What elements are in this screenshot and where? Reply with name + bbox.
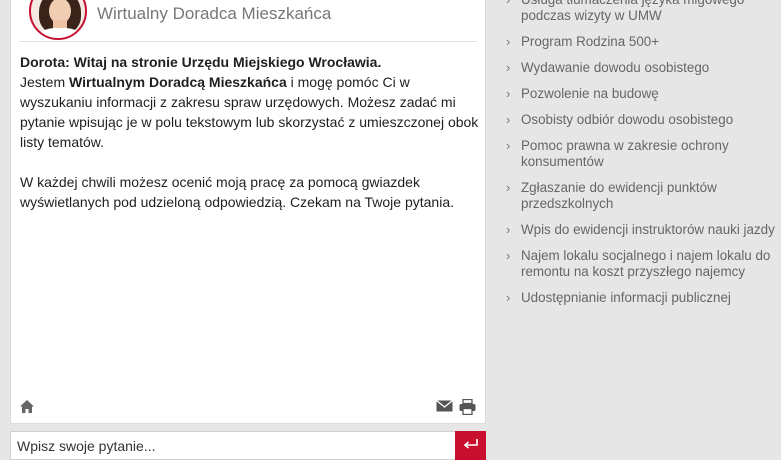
topic-label: Wydawanie dowodu osobistego <box>521 60 710 75</box>
topic-link[interactable]: › Wydawanie dowodu osobistego <box>506 60 776 76</box>
intro-before: Jestem <box>20 74 70 90</box>
welcome-message: Dorota: Witaj na stronie Urzędu Miejskie… <box>20 52 480 232</box>
topic-link[interactable]: › Zgłaszanie do ewidencji punktów przedsz… <box>506 180 776 212</box>
chevron-right-icon: › <box>506 34 511 49</box>
topic-label: Zgłaszanie do ewidencji punktów przedszk… <box>521 180 717 211</box>
topic-link[interactable]: › Usługa tłumaczenia języka migowego podc… <box>506 0 776 24</box>
topic-link[interactable]: › Osobisty odbiór dowodu osobistego <box>506 112 776 128</box>
topic-link[interactable]: › Pomoc prawna w zakresie ochrony konsume… <box>506 138 776 170</box>
print-icon[interactable] <box>459 398 477 416</box>
assistant-name: Wirtualnym Doradcą Mieszkańca <box>69 74 287 90</box>
topic-link[interactable]: › Wpis do ewidencji instruktorów nauki ja… <box>506 222 776 238</box>
chevron-right-icon: › <box>506 112 511 127</box>
chevron-right-icon: › <box>506 60 511 75</box>
chevron-right-icon: › <box>506 290 511 305</box>
topic-link[interactable]: › Udostępnianie informacji publicznej <box>506 290 776 306</box>
chevron-right-icon: › <box>506 248 511 263</box>
avatar <box>29 0 87 40</box>
question-form <box>10 431 486 460</box>
topic-label: Pomoc prawna w zakresie ochrony konsumen… <box>521 138 729 169</box>
topic-link[interactable]: › Najem lokalu socjalnego i najem lokalu … <box>506 248 776 280</box>
topic-label: Program Rodzina 500+ <box>521 34 660 49</box>
chevron-right-icon: › <box>506 180 511 195</box>
topic-link[interactable]: › Pozwolenie na budowę <box>506 86 776 102</box>
topic-label: Usługa tłumaczenia języka migowego podcz… <box>521 0 744 23</box>
chevron-right-icon: › <box>506 222 511 237</box>
topic-label: Pozwolenie na budowę <box>521 86 659 101</box>
topic-label: Najem lokalu socjalnego i najem lokalu d… <box>521 248 771 279</box>
chat-title: Wirtualny Doradca Mieszkańca <box>97 4 332 23</box>
topic-label: Udostępnianie informacji publicznej <box>521 290 731 305</box>
chat-header: Wirtualny Doradca Mieszkańca <box>19 0 477 42</box>
home-icon[interactable] <box>19 399 37 415</box>
rating-info: W każdej chwili możesz ocenić moją pracę… <box>20 174 454 210</box>
chevron-right-icon: › <box>506 138 511 153</box>
question-input[interactable] <box>10 431 456 460</box>
return-arrow-icon <box>463 438 479 453</box>
topic-link[interactable]: › Program Rodzina 500+ <box>506 34 776 50</box>
topic-label: Wpis do ewidencji instruktorów nauki jaz… <box>521 222 775 237</box>
mail-icon[interactable] <box>436 399 454 415</box>
topic-list: › Usługa tłumaczenia języka migowego podc… <box>506 0 776 316</box>
topic-label: Osobisty odbiór dowodu osobistego <box>521 112 734 127</box>
chevron-right-icon: › <box>506 0 510 8</box>
greeting-line: Dorota: Witaj na stronie Urzędu Miejskie… <box>20 54 382 70</box>
chat-panel: Wirtualny Doradca Mieszkańca Dorota: Wit… <box>10 0 486 424</box>
send-button[interactable] <box>455 431 486 460</box>
chevron-right-icon: › <box>506 86 511 101</box>
